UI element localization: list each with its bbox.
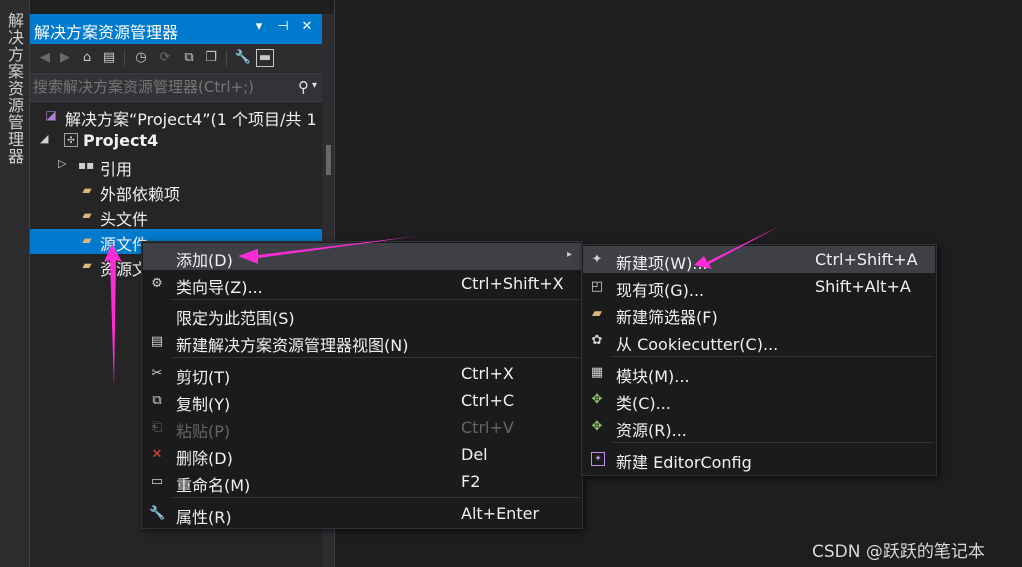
project-icon: ✣ [64, 133, 78, 147]
class-wizard-icon: ⚙ [151, 276, 163, 291]
pending-changes-icon[interactable]: ◷ [132, 49, 150, 67]
submenu-item-module[interactable]: ▦ 模块(M)... [583, 359, 935, 386]
collapsed-icon[interactable]: ▷ [58, 157, 66, 170]
tree-item-solution[interactable]: ◪ 解决方案“Project4”(1 个项目/共 1 [30, 104, 322, 129]
side-tab-solution-explorer[interactable]: 解决方案资源管理器 [2, 12, 26, 165]
menu-separator [172, 357, 580, 358]
tree-item-project[interactable]: ◢ ✣ Project4 [30, 129, 322, 154]
solution-icon: ◪ [45, 108, 57, 122]
submenu-item-class[interactable]: ✥ 类(C)... [583, 386, 935, 413]
add-submenu: ✦ 新建项(W)... Ctrl+Shift+A ◰ 现有项(G)... Shi… [581, 244, 937, 476]
menu-item-add[interactable]: 添加(D) ▸ [143, 243, 581, 270]
menu-item-properties[interactable]: 🔧 属性(R) Alt+Enter [143, 500, 581, 527]
close-icon[interactable]: ✕ [298, 19, 316, 34]
toolbar-divider [226, 50, 227, 66]
search-options-icon[interactable]: ▾ [312, 80, 317, 91]
menu-item-rename[interactable]: ▭ 重命名(M) F2 [143, 468, 581, 495]
tree-item-external-deps[interactable]: ▰ 外部依赖项 [30, 179, 322, 204]
menu-item-class-wizard[interactable]: ⚙ 类向导(Z)... Ctrl+Shift+X [143, 270, 581, 297]
rename-icon: ▭ [150, 474, 164, 489]
scissors-icon: ✂ [151, 366, 163, 381]
menu-item-scope[interactable]: 限定为此范围(S) [143, 301, 581, 328]
scrollbar-thumb[interactable] [326, 145, 331, 175]
forward-icon[interactable]: ▶ [56, 49, 74, 67]
menu-item-copy[interactable]: ⧉ 复制(Y) Ctrl+C [143, 387, 581, 414]
resource-icon: ✥ [591, 419, 603, 434]
dropdown-icon[interactable]: ▾ [250, 19, 268, 34]
panel-title-bar: 解决方案资源管理器 ▾ ⊣ ✕ [30, 14, 322, 44]
cookie-icon: ✿ [591, 333, 603, 348]
submenu-item-editorconfig[interactable]: ✦ 新建 EditorConfig [583, 445, 935, 472]
filter-folder-icon: ▰ [82, 183, 92, 197]
references-icon: ▪▪ [78, 158, 95, 172]
back-icon[interactable]: ◀ [36, 49, 54, 67]
menu-separator [612, 356, 934, 357]
preview-icon[interactable]: ▬ [256, 49, 274, 67]
panel-toolbar: ◀ ▶ ⌂ ▤ ◷ ⟳ ⧉ ❐ 🔧 ▬ [30, 44, 322, 72]
menu-separator [172, 299, 580, 300]
filter-folder-icon: ▰ [82, 233, 92, 247]
existing-item-icon: ◰ [590, 279, 604, 294]
context-menu: 添加(D) ▸ ⚙ 类向导(Z)... Ctrl+Shift+X 限定为此范围(… [141, 241, 583, 529]
submenu-item-existing-item[interactable]: ◰ 现有项(G)... Shift+Alt+A [583, 273, 935, 300]
show-all-files-icon[interactable]: ❐ [202, 49, 220, 67]
tree-item-header-files[interactable]: ▰ 头文件 [30, 204, 322, 229]
menu-item-cut[interactable]: ✂ 剪切(T) Ctrl+X [143, 360, 581, 387]
menu-item-new-view[interactable]: ▤ 新建解决方案资源管理器视图(N) [143, 328, 581, 355]
folder-icon: ▰ [592, 306, 602, 321]
submenu-arrow-icon: ▸ [567, 249, 573, 260]
sync-icon[interactable]: ⟳ [156, 49, 174, 67]
wrench-icon[interactable]: 🔧 [234, 49, 252, 67]
submenu-item-resource[interactable]: ✥ 资源(R)... [583, 413, 935, 440]
menu-separator [612, 442, 934, 443]
paste-icon: ⎗ [151, 420, 163, 435]
switch-views-icon[interactable]: ▤ [100, 49, 118, 67]
panel-title: 解决方案资源管理器 [34, 23, 179, 42]
new-item-icon: ✦ [591, 252, 603, 267]
copy-icon: ⧉ [152, 393, 162, 408]
class-icon: ✥ [591, 392, 603, 407]
search-box: ⚲ ▾ [30, 73, 322, 102]
search-icon[interactable]: ⚲ [298, 78, 309, 96]
home-icon[interactable]: ⌂ [78, 49, 96, 67]
menu-separator [172, 497, 580, 498]
tree-item-references[interactable]: ▷ ▪▪ 引用 [30, 154, 322, 179]
collapse-all-icon[interactable]: ⧉ [180, 49, 198, 67]
editorconfig-icon: ✦ [591, 452, 605, 466]
menu-item-paste[interactable]: ⎗ 粘贴(P) Ctrl+V [143, 414, 581, 441]
search-input[interactable] [33, 77, 293, 97]
menu-item-delete[interactable]: ✕ 删除(D) Del [143, 441, 581, 468]
pin-icon[interactable]: ⊣ [274, 19, 292, 34]
delete-icon: ✕ [151, 447, 163, 462]
new-view-icon: ▤ [150, 334, 164, 349]
submenu-item-cookiecutter[interactable]: ✿ 从 Cookiecutter(C)... [583, 327, 935, 354]
filter-folder-icon: ▰ [82, 208, 92, 222]
watermark: CSDN @跃跃的笔记本 [812, 542, 985, 562]
submenu-item-new-item[interactable]: ✦ 新建项(W)... Ctrl+Shift+A [583, 246, 935, 273]
submenu-item-new-filter[interactable]: ▰ 新建筛选器(F) [583, 300, 935, 327]
filter-folder-icon: ▰ [82, 258, 92, 272]
expanded-icon[interactable]: ◢ [40, 132, 48, 145]
toolbar-divider [124, 50, 125, 66]
wrench-icon: 🔧 [149, 506, 166, 521]
tree-item-resource-files[interactable]: ▰ 资源文件 [30, 254, 142, 279]
module-icon: ▦ [590, 365, 604, 380]
